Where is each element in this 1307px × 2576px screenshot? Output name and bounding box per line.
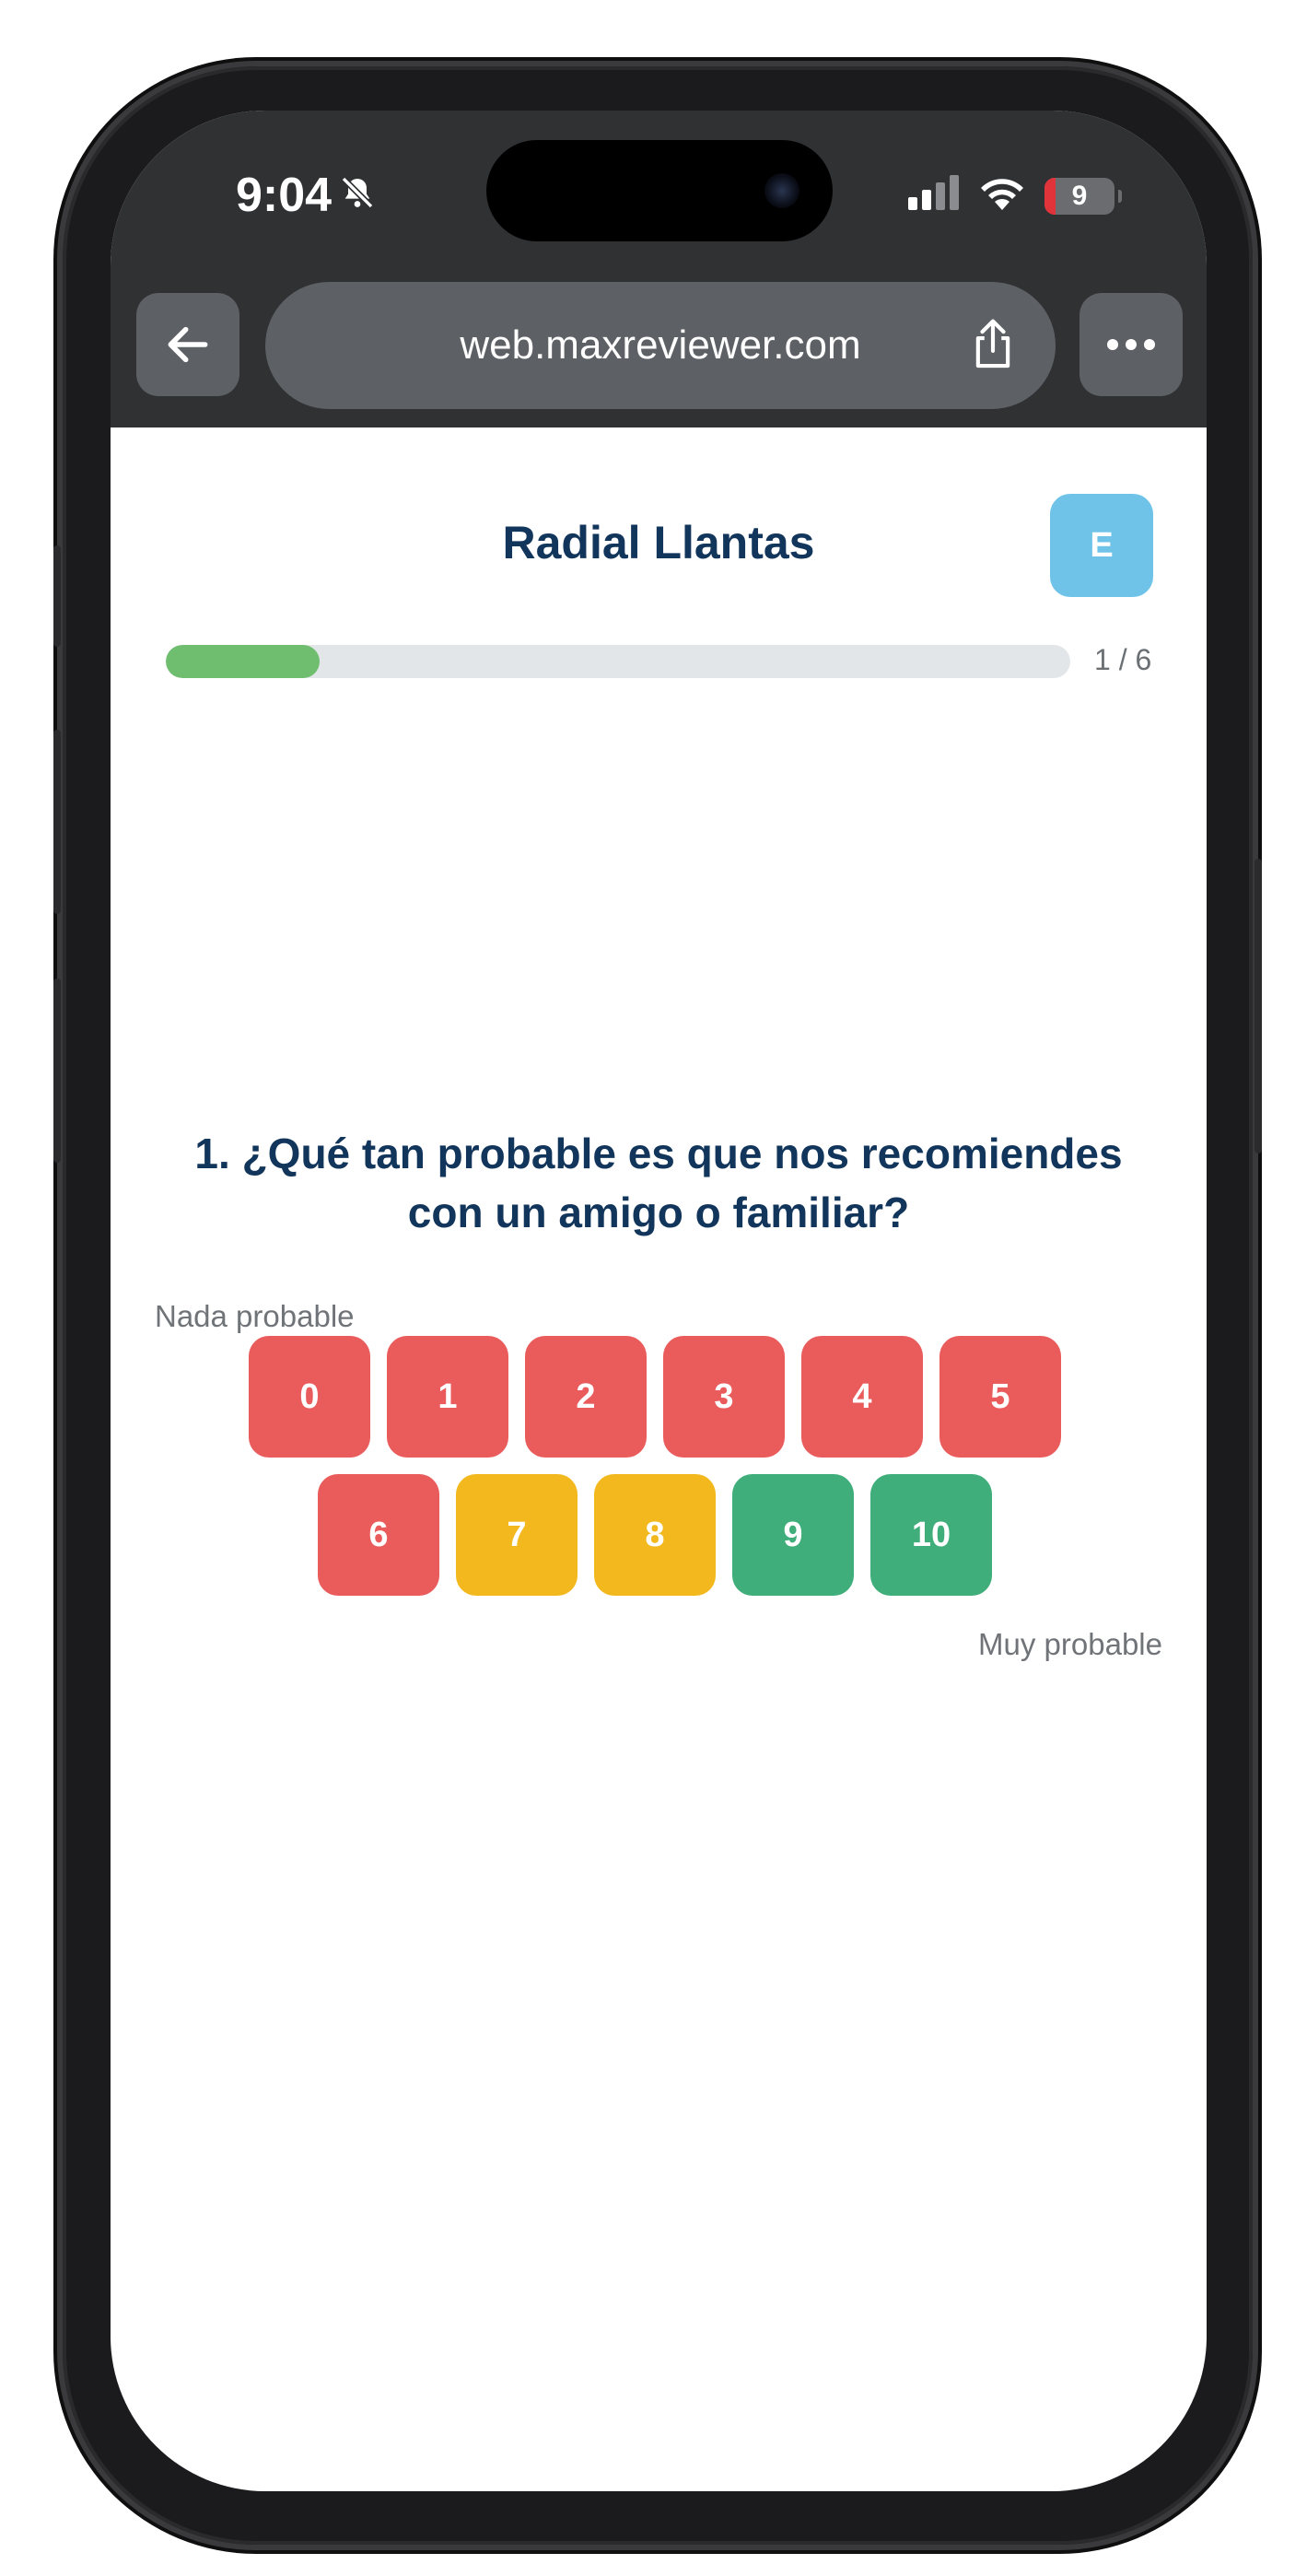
url-text: web.maxreviewer.com	[460, 322, 861, 368]
phone-screen: 9:04 9 web.maxreviewer.com Radial Llanta…	[111, 111, 1207, 2491]
progress-bar	[166, 645, 1070, 678]
front-camera	[764, 173, 799, 208]
arrow-left-icon	[168, 326, 208, 363]
progress-fill	[166, 645, 320, 678]
score-button-3[interactable]: 3	[663, 1336, 785, 1458]
back-button[interactable]	[136, 293, 239, 396]
status-time: 9:04	[236, 168, 376, 223]
browser-chrome: 9:04 9 web.maxreviewer.com	[111, 111, 1207, 427]
scale-max-label: Muy probable	[978, 1627, 1162, 1661]
volume-up-button	[53, 730, 61, 914]
action-button	[53, 545, 61, 647]
score-button-8[interactable]: 8	[594, 1474, 716, 1596]
more-options-button[interactable]	[1079, 293, 1183, 396]
address-bar[interactable]: web.maxreviewer.com	[265, 282, 1056, 409]
status-indicators: 9	[908, 175, 1122, 217]
status-time-text: 9:04	[236, 169, 333, 222]
score-button-4[interactable]: 4	[801, 1336, 923, 1458]
progress-label: 1 / 6	[1094, 643, 1152, 676]
dynamic-island	[486, 140, 833, 241]
score-button-7[interactable]: 7	[456, 1474, 578, 1596]
language-button[interactable]: E	[1050, 494, 1153, 597]
cellular-signal-icon	[908, 175, 960, 217]
power-button	[1254, 859, 1262, 1153]
score-button-0[interactable]: 0	[249, 1336, 370, 1458]
score-button-9[interactable]: 9	[732, 1474, 854, 1596]
survey-title: Radial Llantas	[502, 517, 815, 568]
score-button-10[interactable]: 10	[870, 1474, 992, 1596]
score-button-5[interactable]: 5	[939, 1336, 1061, 1458]
question-text: 1. ¿Qué tan probable es que nos recomien…	[194, 1130, 1123, 1236]
bell-slash-icon	[339, 168, 376, 223]
battery-level: 9	[1071, 180, 1088, 211]
volume-down-button	[53, 978, 61, 1163]
scale-min-label: Nada probable	[155, 1299, 355, 1333]
score-button-2[interactable]: 2	[525, 1336, 647, 1458]
score-button-1[interactable]: 1	[387, 1336, 508, 1458]
share-icon[interactable]	[967, 317, 1019, 377]
score-button-6[interactable]: 6	[318, 1474, 439, 1596]
more-dots-icon	[1107, 339, 1155, 350]
battery-icon: 9	[1044, 177, 1122, 215]
wifi-icon	[978, 175, 1026, 217]
